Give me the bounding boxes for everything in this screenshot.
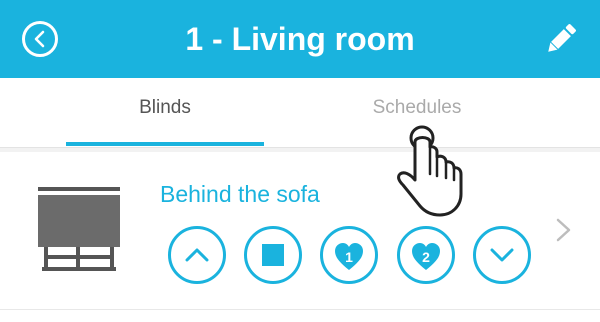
tab-schedules[interactable]: Schedules bbox=[318, 96, 516, 148]
chevron-up-icon bbox=[185, 248, 209, 262]
move-up-button[interactable] bbox=[168, 226, 226, 284]
favorite-1-label: 1 bbox=[345, 249, 353, 265]
stop-button[interactable] bbox=[244, 226, 302, 284]
tab-bar: Blinds Schedules bbox=[0, 78, 600, 148]
blind-name[interactable]: Behind the sofa bbox=[160, 180, 320, 208]
active-tab-indicator bbox=[66, 142, 264, 146]
header-bar: 1 - Living room bbox=[0, 0, 600, 78]
favorite-position-1-button[interactable]: 1 bbox=[320, 226, 378, 284]
tab-blinds[interactable]: Blinds bbox=[66, 96, 264, 148]
stop-icon bbox=[262, 244, 284, 266]
page-title: 1 - Living room bbox=[185, 21, 415, 57]
divider bbox=[0, 309, 600, 310]
edit-button[interactable] bbox=[542, 20, 580, 58]
chevron-down-icon bbox=[490, 248, 514, 262]
pencil-icon bbox=[548, 24, 576, 52]
favorite-position-2-button[interactable]: 2 bbox=[397, 226, 455, 284]
move-down-button[interactable] bbox=[473, 226, 531, 284]
favorite-2-label: 2 bbox=[422, 249, 430, 265]
chevron-right-icon[interactable] bbox=[553, 215, 575, 245]
blind-icon bbox=[38, 187, 120, 271]
